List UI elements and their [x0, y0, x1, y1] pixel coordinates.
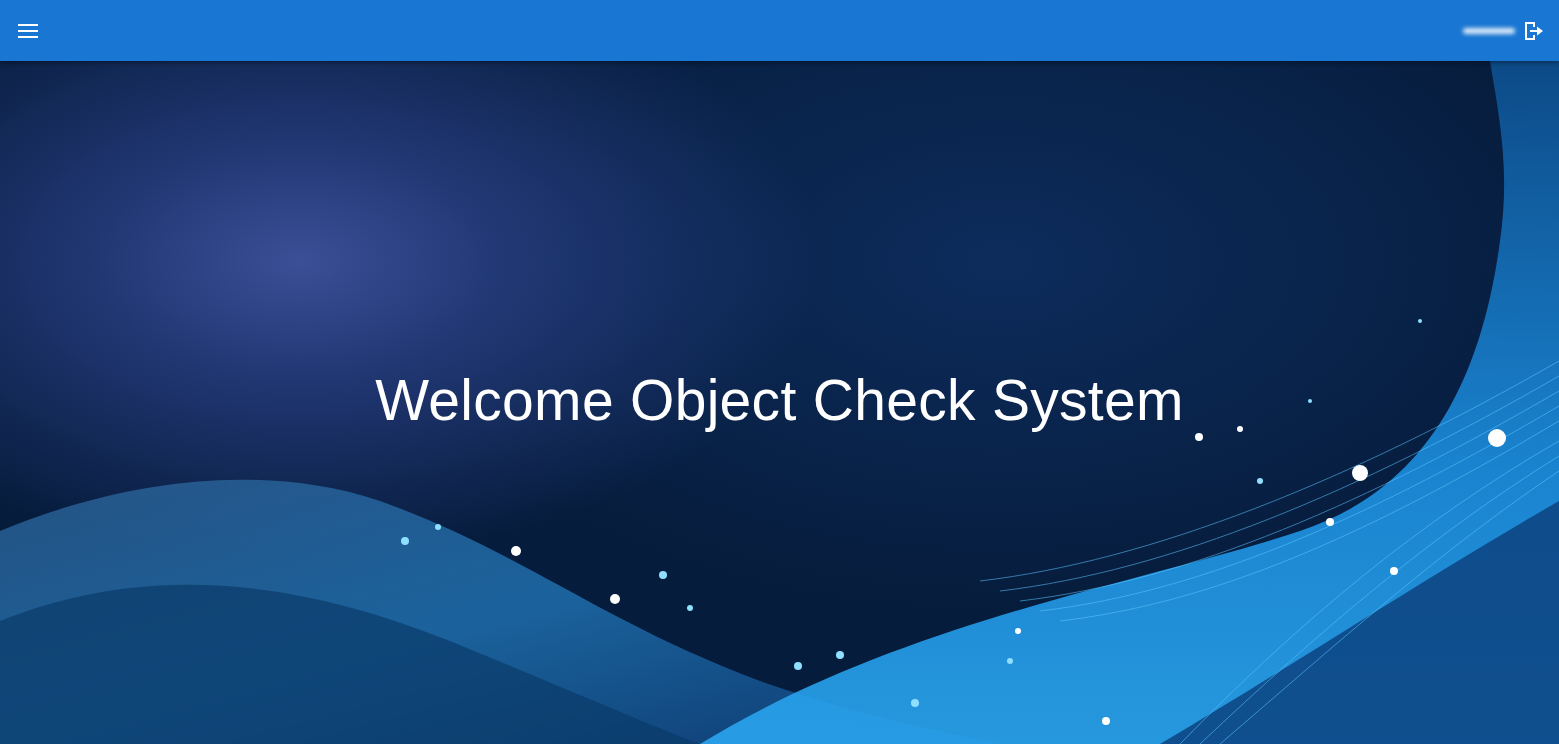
user-blur: [1463, 28, 1515, 34]
app-bar: [0, 0, 1559, 61]
title-area: Welcome Object Check System: [0, 61, 1559, 744]
welcome-title: Welcome Object Check System: [363, 366, 1195, 434]
logout-icon[interactable]: [1521, 19, 1545, 43]
menu-icon[interactable]: [16, 19, 40, 43]
welcome-hero: Welcome Object Check System: [0, 61, 1559, 744]
